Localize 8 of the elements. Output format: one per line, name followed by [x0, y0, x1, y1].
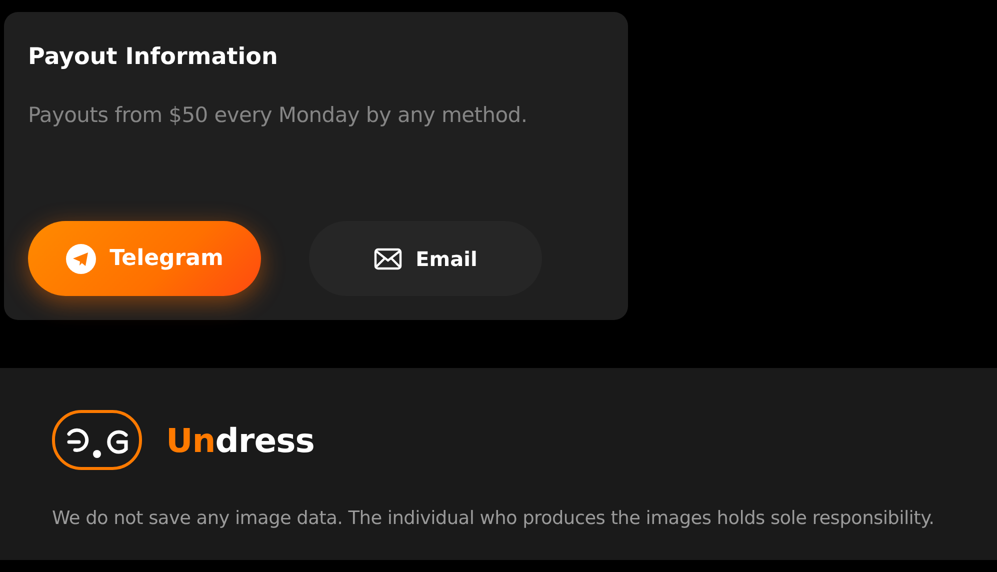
- envelope-icon: [374, 248, 402, 270]
- email-button[interactable]: Email: [309, 221, 542, 296]
- send-icon: [66, 244, 96, 274]
- brand-name: Undress: [166, 420, 314, 460]
- disclaimer-text: We do not save any image data. The individual who produces the images holds sole responsibility.: [52, 508, 936, 529]
- logo-icon: [52, 410, 142, 470]
- card-description: Payouts from $50 every Monday by any method.: [28, 102, 528, 129]
- card-title: Payout Information: [28, 43, 278, 72]
